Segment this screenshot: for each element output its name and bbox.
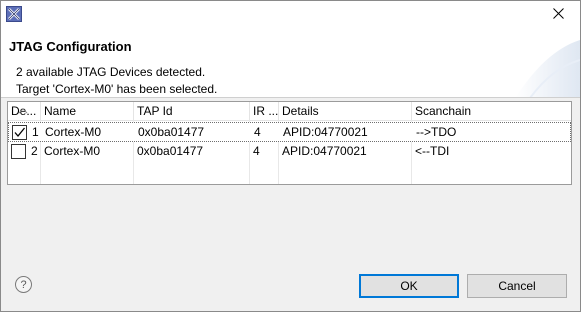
title-bar (1, 1, 580, 28)
table-header: De... Name TAP Id IR ... Details Scancha… (8, 102, 571, 121)
jtag-configuration-dialog: JTAG Configuration 2 available JTAG Devi… (0, 0, 581, 312)
column-header-details[interactable]: Details (279, 102, 412, 121)
device-table[interactable]: De... Name TAP Id IR ... Details Scancha… (7, 101, 572, 185)
eclipse-x-icon (6, 6, 22, 22)
sort-up-icon (18, 102, 28, 120)
column-header-scanchain[interactable]: Scanchain (412, 102, 571, 121)
detected-message: 2 available JTAG Devices detected. (16, 65, 206, 79)
table-row[interactable]: 1 Cortex-M0 0x0ba01477 4 APID:04770021 -… (8, 122, 571, 142)
device-name: Cortex-M0 (45, 125, 102, 139)
table-row[interactable]: 2 Cortex-M0 0x0ba01477 4 APID:04770021 <… (8, 142, 571, 162)
device-checkbox[interactable] (11, 144, 26, 159)
help-button[interactable]: ? (15, 276, 32, 293)
device-checkbox[interactable] (12, 125, 27, 140)
row-index: 2 (31, 144, 38, 158)
column-header-label: IR ... (253, 104, 279, 118)
device-name: Cortex-M0 (44, 144, 101, 158)
header-decoration (515, 40, 580, 98)
ir-length: 4 (254, 125, 261, 139)
column-header-label: TAP Id (137, 104, 173, 118)
column-header-device[interactable]: De... (8, 102, 41, 121)
column-header-ir[interactable]: IR ... (250, 102, 279, 121)
tap-id: 0x0ba01477 (137, 144, 204, 158)
column-header-label: Name (44, 104, 77, 118)
scanchain-value: -->TDO (416, 125, 457, 139)
column-header-label: Scanchain (415, 104, 472, 118)
row-index: 1 (32, 125, 39, 139)
column-header-label: Details (282, 104, 319, 118)
column-header-tap-id[interactable]: TAP Id (134, 102, 250, 121)
dialog-title: JTAG Configuration (9, 39, 132, 54)
help-icon: ? (20, 278, 27, 291)
dialog-header: JTAG Configuration 2 available JTAG Devi… (1, 28, 580, 98)
checkmark-icon (14, 127, 26, 138)
cancel-button[interactable]: Cancel (467, 274, 567, 298)
close-icon (552, 7, 564, 22)
tap-id: 0x0ba01477 (138, 125, 205, 139)
ir-length: 4 (253, 144, 260, 158)
ok-button[interactable]: OK (359, 274, 459, 298)
header-separator (1, 97, 580, 98)
close-button[interactable] (536, 1, 580, 28)
device-details: APID:04770021 (282, 144, 367, 158)
scanchain-value: <--TDI (415, 144, 450, 158)
column-header-name[interactable]: Name (41, 102, 134, 121)
device-details: APID:04770021 (283, 125, 368, 139)
selected-message: Target 'Cortex-M0' has been selected. (16, 82, 218, 96)
